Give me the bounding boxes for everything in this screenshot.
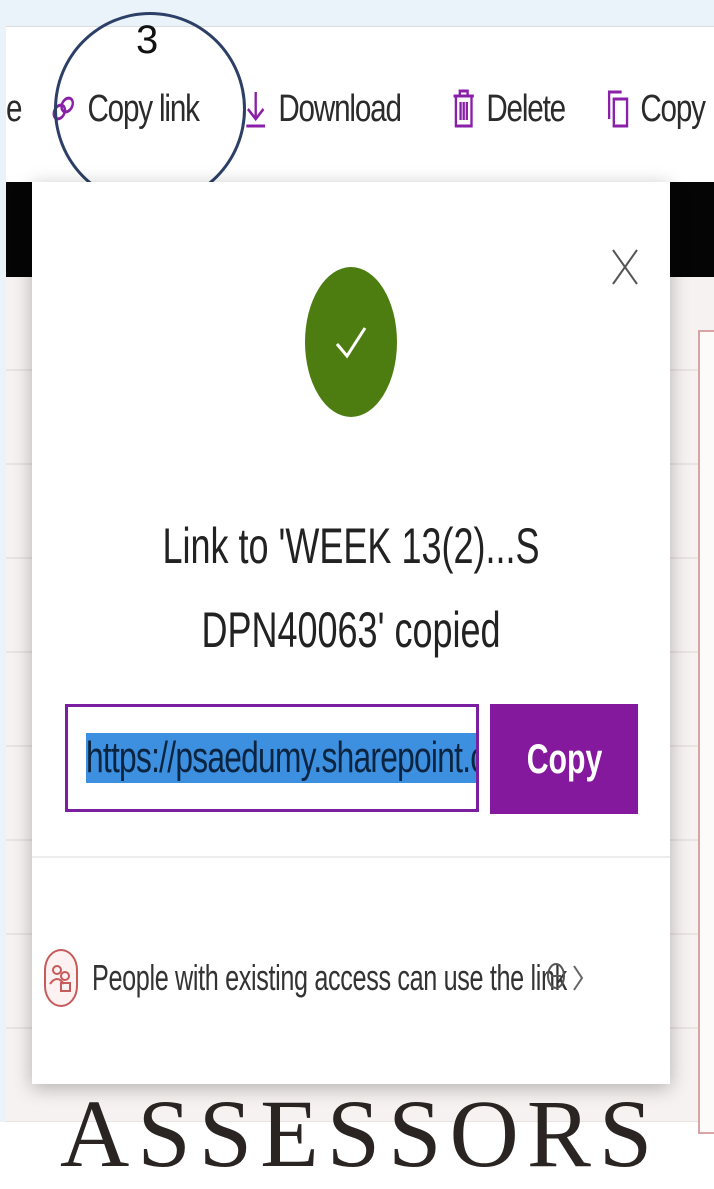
copy-icon	[606, 89, 629, 129]
copied-message-line1: Link to 'WEEK 13(2)...S	[162, 518, 540, 574]
copied-message: Link to 'WEEK 13(2)...S DPN40063' copied	[32, 504, 670, 672]
link-url-value: https://psaedumy.sharepoint.co	[86, 733, 476, 783]
dialog-divider	[32, 856, 670, 858]
close-button[interactable]	[602, 244, 648, 290]
copy-button[interactable]: Copy	[490, 704, 638, 814]
checkmark-icon	[335, 327, 367, 359]
link-access-text: People with existing access can use the …	[92, 957, 567, 998]
info-icon	[546, 960, 566, 997]
copy-button-label: Copy	[526, 735, 602, 782]
chevron-right-icon	[572, 964, 584, 997]
annotation-step-number: 3	[136, 18, 159, 62]
link-copied-dialog: Link to 'WEEK 13(2)...S DPN40063' copied…	[32, 182, 670, 1084]
link-url-field[interactable]: https://psaedumy.sharepoint.co	[65, 704, 479, 812]
toolbar-partial-item[interactable]: e	[6, 85, 22, 133]
copy-to-button[interactable]: Copy	[606, 85, 706, 133]
close-icon	[612, 249, 638, 285]
people-icon	[44, 949, 78, 1007]
document-heading: ASSESSORS	[60, 1080, 661, 1187]
document-frame	[698, 330, 714, 1134]
toolbar-partial-label: e	[6, 87, 22, 130]
delete-label: Delete	[486, 87, 566, 130]
trash-icon	[452, 89, 475, 129]
download-button[interactable]: Download	[244, 85, 402, 133]
download-label: Download	[278, 87, 402, 130]
download-icon	[244, 89, 267, 129]
copied-message-line2: DPN40063' copied	[201, 602, 501, 658]
copy-to-label: Copy	[640, 87, 706, 130]
delete-button[interactable]: Delete	[452, 85, 566, 133]
link-settings-row[interactable]: People with existing access can use the …	[44, 948, 644, 1008]
success-badge	[305, 267, 397, 417]
